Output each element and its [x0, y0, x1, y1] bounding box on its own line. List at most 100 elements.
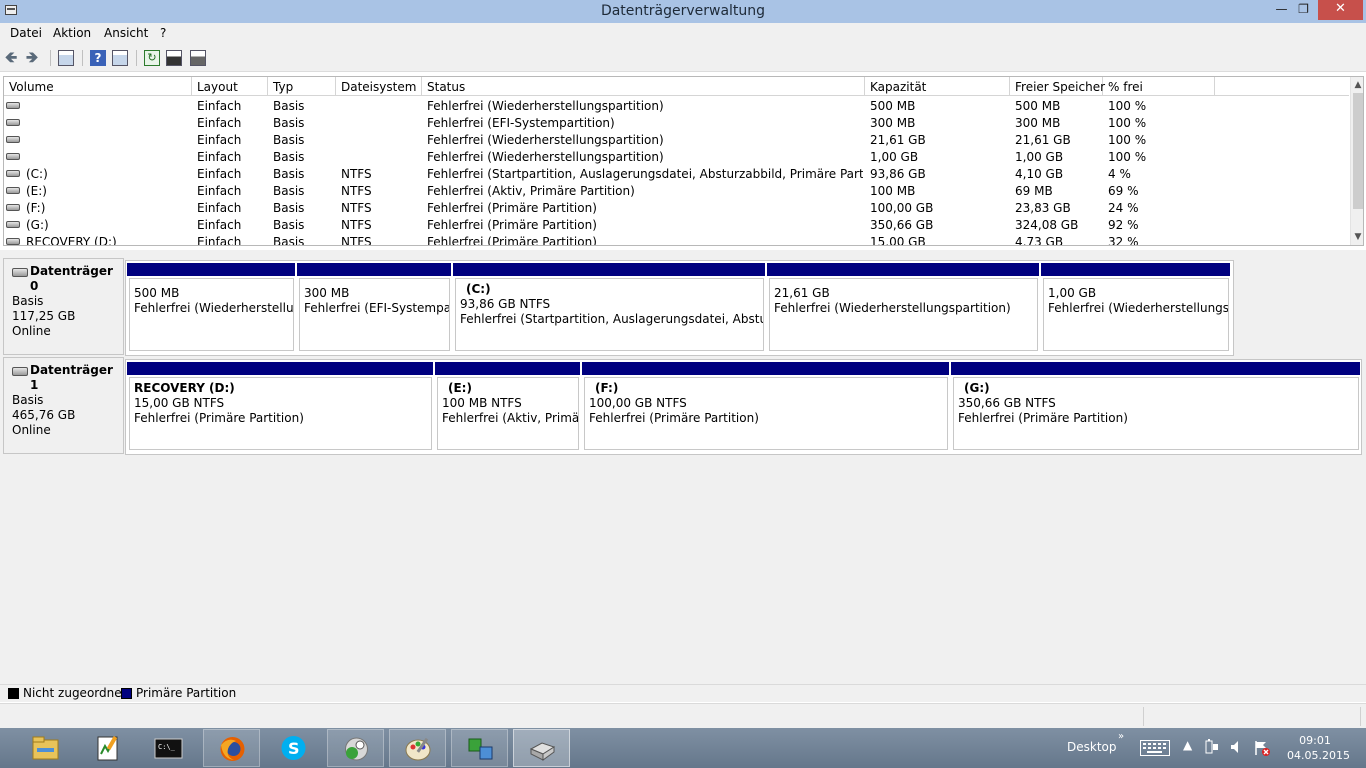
partition-status: Fehlerfrei (Primäre Partition)	[958, 411, 1128, 425]
disk-0-type: Basis	[12, 294, 44, 308]
column-freier-speicher[interactable]: Freier Speicher	[1010, 77, 1105, 96]
keyboard-icon[interactable]	[1140, 740, 1170, 760]
partition-header-bar	[297, 263, 451, 276]
tray-overflow-icon[interactable]: ▲	[1183, 738, 1192, 752]
table-row[interactable]: (G:) Einfach Basis NTFS Fehlerfrei (Primäre …	[4, 216, 1349, 233]
cell-volume: RECOVERY (D:)	[26, 235, 117, 246]
partition-header-bar	[767, 263, 1039, 276]
disk-0-size: 117,25 GB	[12, 309, 76, 323]
desktop-expand-icon[interactable]: »	[1118, 731, 1124, 742]
disk-0-partition-4[interactable]: 21,61 GB Fehlerfrei (Wiederherstellungsp…	[766, 261, 1040, 355]
volume-icon[interactable]	[1230, 740, 1242, 758]
cell-free: 300 MB	[1015, 116, 1061, 130]
volume-drive-icon	[6, 187, 20, 194]
taskbar-network-app[interactable]	[451, 729, 508, 767]
cell-status: Fehlerfrei (Startpartition, Auslagerungs…	[427, 167, 863, 181]
column-typ[interactable]: Typ	[268, 77, 336, 96]
power-icon[interactable]	[1205, 739, 1219, 759]
close-button[interactable]: ✕	[1318, 0, 1363, 20]
scroll-down-icon[interactable]: ▼	[1351, 230, 1363, 244]
help-icon[interactable]: ?	[90, 50, 106, 66]
cell-typ: Basis	[273, 116, 305, 130]
partition-size: 100,00 GB NTFS	[589, 396, 687, 410]
cell-layout: Einfach	[197, 150, 242, 164]
column-status[interactable]: Status	[422, 77, 865, 96]
taskbar-paint[interactable]	[389, 729, 446, 767]
cell-status: Fehlerfrei (Aktiv, Primäre Partition)	[427, 184, 635, 198]
properties-view-icon[interactable]	[112, 50, 128, 66]
partition-size: 1,00 GB	[1048, 286, 1097, 300]
table-row[interactable]: Einfach Basis Fehlerfrei (EFI-Systempartit…	[4, 114, 1349, 131]
disk-0-partition-1[interactable]: 500 MB Fehlerfrei (Wiederherstellungspar…	[126, 261, 296, 355]
forward-icon[interactable]: 🡺	[26, 50, 42, 66]
maximize-button[interactable]: ❐	[1290, 0, 1317, 20]
disk-1-label[interactable]: Datenträger 1 Basis 465,76 GB Online	[3, 357, 124, 454]
menu-aktion[interactable]: Aktion	[53, 26, 91, 40]
refresh-icon[interactable]: ↻	[144, 50, 160, 66]
disk-0-partition-5[interactable]: 1,00 GB Fehlerfrei (Wiederherstellungspa…	[1040, 261, 1231, 355]
taskbar: C:\_ S Desktop » ▲ 09:01 04.05.2015	[0, 728, 1366, 768]
column-prozent-frei[interactable]: % frei	[1103, 77, 1215, 96]
disk-1-partitions: RECOVERY (D:) 15,00 GB NTFS Fehlerfrei (…	[125, 359, 1362, 455]
scroll-up-icon[interactable]: ▲	[1351, 78, 1363, 92]
cell-volume: (E:)	[26, 184, 47, 198]
taskbar-notepad[interactable]	[79, 729, 136, 767]
table-row[interactable]: Einfach Basis Fehlerfrei (Wiederherstellun…	[4, 131, 1349, 148]
table-row[interactable]: (E:) Einfach Basis NTFS Fehlerfrei (Aktiv, P…	[4, 182, 1349, 199]
column-volume[interactable]: Volume	[4, 77, 192, 96]
column-layout[interactable]: Layout	[192, 77, 268, 96]
taskbar-file-explorer[interactable]	[17, 729, 74, 767]
disk-0-partition-2[interactable]: 300 MB Fehlerfrei (EFI-Systempartition)	[296, 261, 452, 355]
green-app-icon	[345, 737, 368, 761]
desktop-toolbar-label[interactable]: Desktop	[1067, 740, 1117, 754]
back-icon[interactable]: 🡸	[5, 50, 21, 66]
table-row[interactable]: (C:) Einfach Basis NTFS Fehlerfrei (Startpar…	[4, 165, 1349, 182]
disk-1-partition-e[interactable]: (E:) 100 MB NTFS Fehlerfrei (Aktiv, Prim…	[434, 360, 581, 454]
column-kapazitaet[interactable]: Kapazität	[865, 77, 1010, 96]
table-row[interactable]: (F:) Einfach Basis NTFS Fehlerfrei (Primäre …	[4, 199, 1349, 216]
disk-settings-icon[interactable]	[190, 50, 206, 66]
disk-1-partition-d[interactable]: RECOVERY (D:) 15,00 GB NTFS Fehlerfrei (…	[126, 360, 434, 454]
taskbar-green-app[interactable]	[327, 729, 384, 767]
clock[interactable]: 09:01 04.05.2015	[1287, 733, 1350, 763]
scroll-thumb[interactable]	[1353, 93, 1363, 209]
taskbar-command-prompt[interactable]: C:\_	[140, 729, 197, 767]
partition-size: 500 MB	[134, 286, 180, 300]
console-tree-icon[interactable]	[58, 50, 74, 66]
cell-layout: Einfach	[197, 184, 242, 198]
table-row[interactable]: Einfach Basis Fehlerfrei (Wiederherstellun…	[4, 148, 1349, 165]
cell-capacity: 300 MB	[870, 116, 916, 130]
column-dateisystem[interactable]: Dateisystem	[336, 77, 422, 96]
cell-free: 1,00 GB	[1015, 150, 1064, 164]
firefox-icon	[220, 737, 245, 761]
disk-1-partition-g[interactable]: (G:) 350,66 GB NTFS Fehlerfrei (Primäre …	[950, 360, 1361, 454]
menu-help[interactable]: ?	[160, 26, 166, 40]
menu-datei[interactable]: Datei	[10, 26, 42, 40]
partition-size: 350,66 GB NTFS	[958, 396, 1056, 410]
partition-header-bar	[453, 263, 765, 276]
partition-status: Fehlerfrei (Wiederherstellungspartition)	[1048, 301, 1229, 315]
menu-ansicht[interactable]: Ansicht	[104, 26, 148, 40]
properties-icon[interactable]	[166, 50, 182, 66]
cell-volume: (C:)	[26, 167, 48, 181]
taskbar-firefox[interactable]	[203, 729, 260, 767]
disk-0-label[interactable]: Datenträger 0 Basis 117,25 GB Online	[3, 258, 124, 355]
action-center-icon[interactable]	[1254, 740, 1270, 760]
cell-status: Fehlerfrei (Wiederherstellungspartition)	[427, 133, 664, 147]
taskbar-disk-management[interactable]	[513, 729, 570, 767]
table-row[interactable]: Einfach Basis Fehlerfrei (Wiederherstellun…	[4, 97, 1349, 114]
disk-0-partition-c[interactable]: (C:) 93,86 GB NTFS Fehlerfrei (Startpart…	[452, 261, 766, 355]
disk-1-partition-f[interactable]: (F:) 100,00 GB NTFS Fehlerfrei (Primäre …	[581, 360, 950, 454]
disk-1-state: Online	[12, 423, 51, 437]
volume-drive-icon	[6, 221, 20, 228]
paint-icon	[405, 737, 431, 761]
table-row[interactable]: RECOVERY (D:) Einfach Basis NTFS Fehlerfrei …	[4, 233, 1349, 246]
taskbar-skype[interactable]: S	[265, 729, 322, 767]
cell-pct: 24 %	[1108, 201, 1139, 215]
cell-pct: 92 %	[1108, 218, 1139, 232]
svg-text:S: S	[288, 739, 300, 758]
vertical-scrollbar[interactable]: ▲ ▼	[1350, 77, 1363, 245]
cell-capacity: 500 MB	[870, 99, 916, 113]
volume-drive-icon	[6, 119, 20, 126]
toolbar: 🡸 🡺 ? ↻	[0, 44, 1366, 72]
